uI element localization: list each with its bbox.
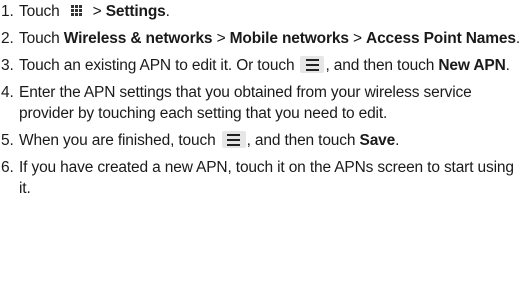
all-apps-grid-icon [65, 3, 89, 19]
step-number: 1. [1, 3, 14, 20]
step-4: 4. Enter the APN settings that you obtai… [0, 82, 529, 124]
step-number: 6. [1, 159, 14, 176]
step-number: 5. [1, 132, 14, 149]
instruction-list: 1. Touch > Settings. 2. Touch Wireless & … [0, 1, 529, 205]
menu-icon [300, 56, 325, 74]
step-5: 5. When you are finished, touch, and the… [0, 130, 529, 151]
wireless-networks-label: Wireless & networks [63, 30, 213, 47]
step-number: 2. [1, 30, 14, 47]
mobile-networks-label: Mobile networks [229, 30, 349, 47]
step-text: Touch > Settings. [19, 3, 170, 20]
save-label: Save [359, 132, 396, 149]
step-number: 4. [1, 84, 14, 101]
step-6: 6. If you have created a new APN, touch … [0, 157, 529, 199]
settings-label: Settings [105, 3, 166, 20]
step-text: When you are finished, touch, and then t… [19, 131, 400, 149]
step-text: If you have created a new APN, touch it … [19, 159, 514, 197]
step-text: Enter the APN settings that you obtained… [19, 84, 472, 122]
step-text: Touch Wireless & networks > Mobile netwo… [19, 30, 520, 47]
access-point-names-label: Access Point Names [366, 30, 516, 47]
step-3: 3. Touch an existing APN to edit it. Or … [0, 55, 529, 76]
step-number: 3. [1, 57, 14, 74]
new-apn-label: New APN [438, 57, 506, 74]
menu-icon [221, 131, 246, 149]
step-1: 1. Touch > Settings. [0, 1, 529, 22]
step-text: Touch an existing APN to edit it. Or tou… [19, 56, 510, 74]
step-2: 2. Touch Wireless & networks > Mobile ne… [0, 28, 529, 49]
